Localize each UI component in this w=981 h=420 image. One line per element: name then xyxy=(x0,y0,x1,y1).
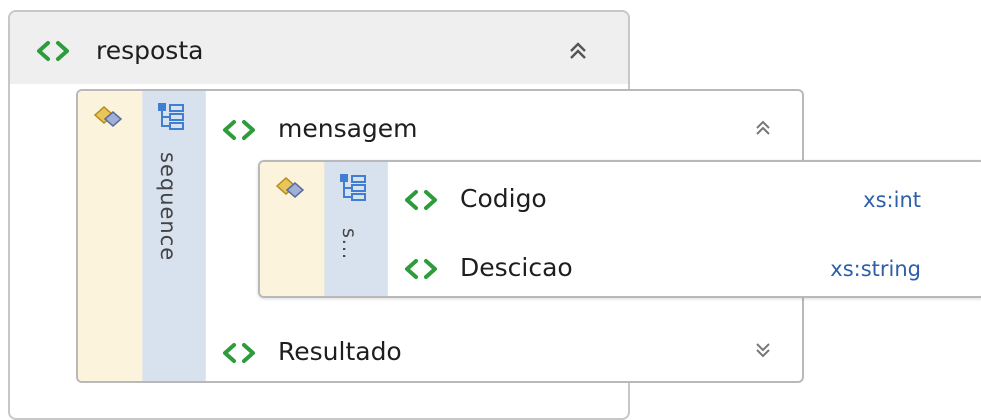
sequence-icon[interactable] xyxy=(338,172,368,202)
element-icon xyxy=(222,119,256,141)
element-name-resultado[interactable]: Resultado xyxy=(278,337,402,367)
element-icon xyxy=(404,258,438,280)
element-icon xyxy=(222,342,256,364)
chevron-down-double-icon[interactable] xyxy=(754,340,772,360)
chevron-up-double-icon[interactable] xyxy=(754,118,772,138)
element-name-resposta: resposta xyxy=(96,36,204,65)
model-group-icon[interactable] xyxy=(274,174,306,200)
chevron-up-double-icon[interactable] xyxy=(568,40,588,62)
element-name-mensagem[interactable]: mensagem xyxy=(278,114,418,144)
sequence-icon[interactable] xyxy=(156,101,186,131)
element-icon xyxy=(404,189,438,211)
field-name-codigo[interactable]: Codigo xyxy=(460,184,547,214)
field-type-descicao: xs:string xyxy=(830,257,921,281)
group-bar xyxy=(78,91,142,381)
sequence-label: sequence xyxy=(156,152,180,262)
sequence-label-truncated: s... xyxy=(338,228,360,261)
model-group-icon[interactable] xyxy=(92,103,124,129)
element-icon xyxy=(36,40,70,62)
field-type-codigo: xs:int xyxy=(863,188,921,212)
field-name-descicao[interactable]: Descicao xyxy=(460,253,573,283)
